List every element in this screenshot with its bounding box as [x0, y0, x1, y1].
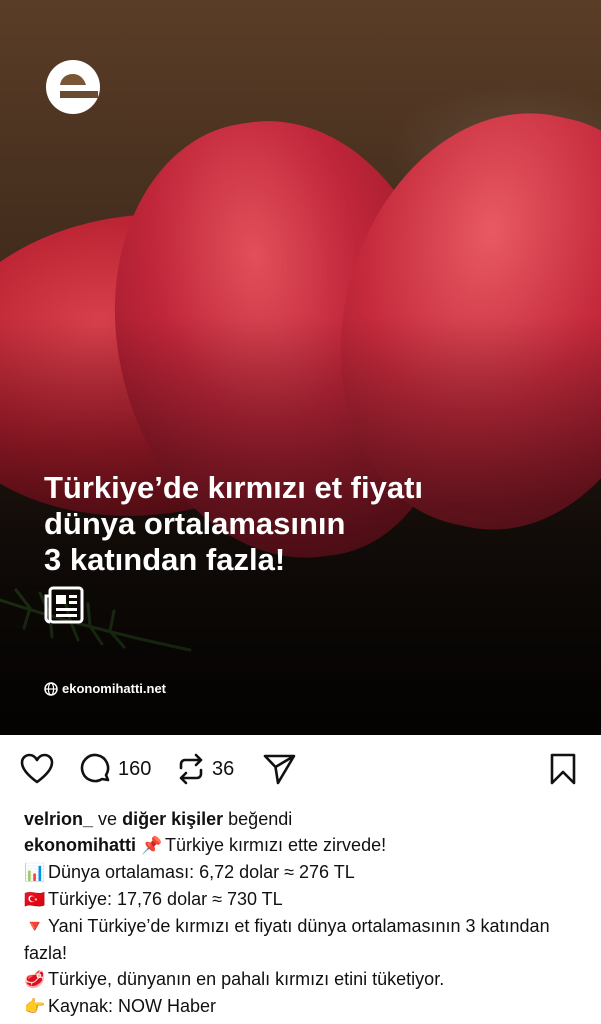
newspaper-icon	[44, 586, 84, 624]
likes-summary: velrion_ ve diğer kişiler beğendi	[24, 806, 584, 832]
caption-line: 👉 Kaynak: NOW Haber	[24, 993, 584, 1020]
liker-username[interactable]: velrion_	[24, 809, 93, 829]
post-actions-bar: 160 36	[0, 735, 601, 805]
caption-line: 🥩 Türkiye, dünyanın en pahalı kırmızı eti…	[24, 966, 584, 993]
repost-count: 36	[212, 757, 235, 780]
bookmark-icon	[550, 753, 576, 785]
author-username[interactable]: ekonomihatti	[24, 835, 136, 855]
post-headline: Türkiye’de kırmızı et fiyatı dünya ortal…	[44, 470, 564, 578]
likes-suffix: beğendi	[228, 809, 293, 829]
caption-line: ekonomihatti 📌 Türkiye kırmızı ette zirve…	[24, 832, 584, 859]
website-link[interactable]: ekonomihatti.net	[44, 681, 166, 696]
repost-button[interactable]: 36	[176, 753, 234, 785]
caption-text: Kaynak: NOW Haber	[48, 996, 217, 1016]
pointing-hand-icon: 👉	[24, 997, 46, 1017]
website-url: ekonomihatti.net	[62, 681, 167, 696]
headline-line: Türkiye’de kırmızı et fiyatı	[44, 470, 424, 505]
send-icon	[263, 754, 296, 785]
headline-line: dünya ortalamasının	[44, 506, 346, 541]
caption-line: 📊 Dünya ortalaması: 6,72 dolar ≈ 276 TL	[24, 859, 584, 886]
pushpin-icon: 📌	[141, 836, 163, 856]
globe-icon	[44, 681, 58, 696]
red-triangle-down-icon: 🔻	[24, 917, 46, 937]
comment-button[interactable]: 160	[80, 753, 151, 785]
like-button[interactable]	[20, 753, 54, 785]
heart-icon	[20, 753, 54, 784]
bar-chart-icon: 📊	[24, 863, 46, 883]
likes-connector: ve	[98, 809, 118, 829]
caption-line: 🔻 Yani Türkiye’de kırmızı et fiyatı dünya…	[24, 913, 584, 966]
comment-icon	[80, 753, 110, 783]
likes-others-link[interactable]: diğer kişiler	[122, 809, 223, 829]
headline-line: 3 katından fazla!	[44, 542, 286, 577]
caption-text: Dünya ortalaması: 6,72 dolar ≈ 276 TL	[48, 862, 355, 882]
caption-text: Türkiye kırmızı ette zirvede!	[165, 835, 387, 855]
caption-line: 🇹🇷 Türkiye: 17,76 dolar ≈ 730 TL	[24, 886, 584, 913]
save-button[interactable]	[548, 753, 578, 785]
turkey-flag-icon: 🇹🇷	[24, 890, 46, 910]
caption-text: Yani Türkiye’de kırmızı et fiyatı dünya …	[24, 916, 550, 963]
share-button[interactable]	[263, 753, 297, 785]
comment-count: 160	[118, 757, 152, 780]
post-caption: velrion_ ve diğer kişiler beğendi ekonom…	[24, 806, 584, 1020]
repost-icon	[179, 753, 203, 785]
ekonomihatti-logo	[46, 60, 100, 114]
caption-text: Türkiye: 17,76 dolar ≈ 730 TL	[48, 889, 283, 909]
caption-text: Türkiye, dünyanın en pahalı kırmızı etin…	[48, 969, 445, 989]
post-image[interactable]: Türkiye’de kırmızı et fiyatı dünya ortal…	[0, 0, 601, 735]
meat-icon: 🥩	[24, 970, 46, 990]
